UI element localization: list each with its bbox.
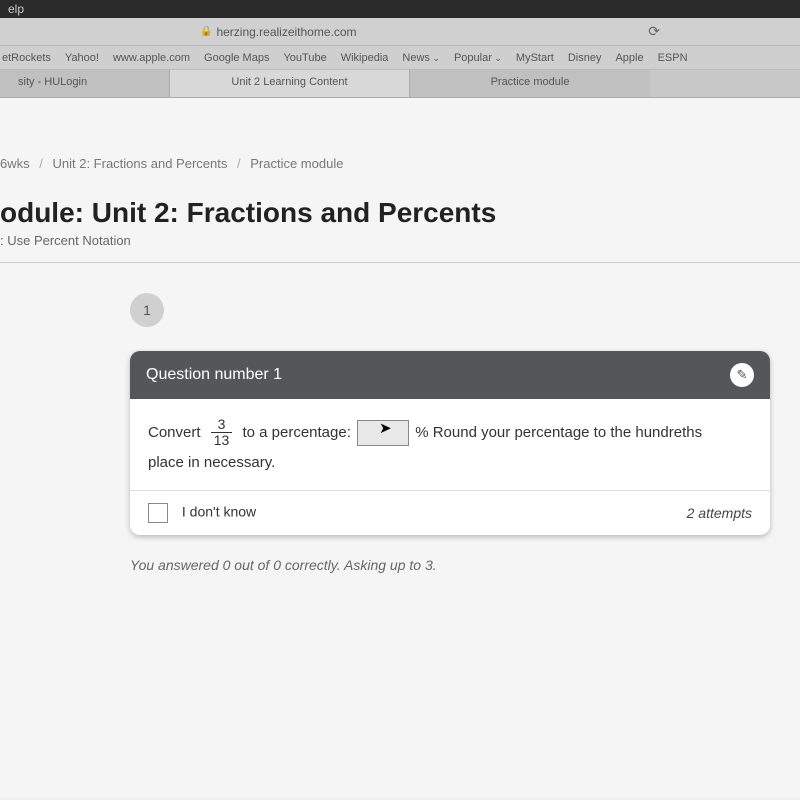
bookmark-item[interactable]: Wikipedia (341, 52, 389, 64)
page-content: 6wks / Unit 2: Fractions and Percents / … (0, 98, 800, 798)
os-menubar: elp (0, 0, 800, 18)
question-number-row: 1 (130, 293, 800, 327)
question-text: to a percentage: (242, 424, 350, 441)
tab-learning-content[interactable]: Unit 2 Learning Content (170, 70, 410, 97)
page-title: odule: Unit 2: Fractions and Percents (0, 197, 800, 229)
question-body: Convert 3 13 to a percentage: ➤ % Round … (130, 399, 770, 490)
breadcrumb-item[interactable]: Practice module (250, 156, 343, 171)
bookmark-item[interactable]: Apple (615, 52, 643, 64)
breadcrumb-sep: / (237, 156, 241, 171)
refresh-icon[interactable]: ⟳ (648, 23, 660, 40)
question-text: place in necessary. (148, 454, 275, 471)
page-subtitle: : Use Percent Notation (0, 233, 800, 263)
edit-icon[interactable]: ✎ (730, 363, 754, 387)
bookmark-item[interactable]: Google Maps (204, 52, 269, 64)
question-text: % Round your percentage to the hundreths (415, 424, 702, 441)
breadcrumb-item[interactable]: Unit 2: Fractions and Percents (53, 156, 228, 171)
answer-input[interactable] (357, 420, 409, 446)
browser-addressbar: 🔒 herzing.realizeithome.com ⟳ (0, 18, 800, 46)
breadcrumb-item[interactable]: 6wks (0, 156, 30, 171)
bookmark-item-news[interactable]: News (402, 52, 440, 64)
attempts-remaining: 2 attempts (687, 505, 752, 521)
question-text: Convert (148, 424, 201, 441)
bookmark-item[interactable]: etRockets (2, 52, 51, 64)
fraction: 3 13 (211, 417, 233, 449)
question-number-badge[interactable]: 1 (130, 293, 164, 327)
question-header: Question number 1 ✎ (130, 351, 770, 399)
menu-help[interactable]: elp (8, 2, 24, 16)
question-footer: I don't know 2 attempts (130, 490, 770, 535)
lock-icon: 🔒 (200, 26, 212, 37)
bookmark-item-popular[interactable]: Popular (454, 52, 502, 64)
breadcrumb: 6wks / Unit 2: Fractions and Percents / … (0, 148, 800, 179)
progress-status: You answered 0 out of 0 correctly. Askin… (130, 557, 790, 573)
bookmark-item[interactable]: MyStart (516, 52, 554, 64)
dont-know-checkbox[interactable] (148, 503, 168, 523)
question-card: Question number 1 ✎ Convert 3 13 to a pe… (130, 351, 770, 535)
bookmark-item[interactable]: Yahoo! (65, 52, 99, 64)
browser-tabbar: sity - HULogin Unit 2 Learning Content P… (0, 70, 800, 98)
bookmark-item[interactable]: ESPN (658, 52, 688, 64)
breadcrumb-sep: / (39, 156, 43, 171)
fraction-numerator: 3 (211, 417, 233, 433)
bookmark-item[interactable]: Disney (568, 52, 602, 64)
url-text[interactable]: herzing.realizeithome.com (216, 25, 356, 39)
tab-practice-module[interactable]: Practice module (410, 70, 650, 97)
dont-know-label: I don't know (182, 503, 256, 519)
bookmark-item[interactable]: YouTube (283, 52, 326, 64)
question-header-title: Question number 1 (146, 366, 282, 384)
fraction-denominator: 13 (211, 433, 233, 448)
bookmark-item[interactable]: www.apple.com (113, 52, 190, 64)
bookmarks-bar: etRockets Yahoo! www.apple.com Google Ma… (0, 46, 800, 70)
tab-hulogin[interactable]: sity - HULogin (0, 70, 170, 97)
dont-know-option[interactable]: I don't know (148, 503, 256, 523)
